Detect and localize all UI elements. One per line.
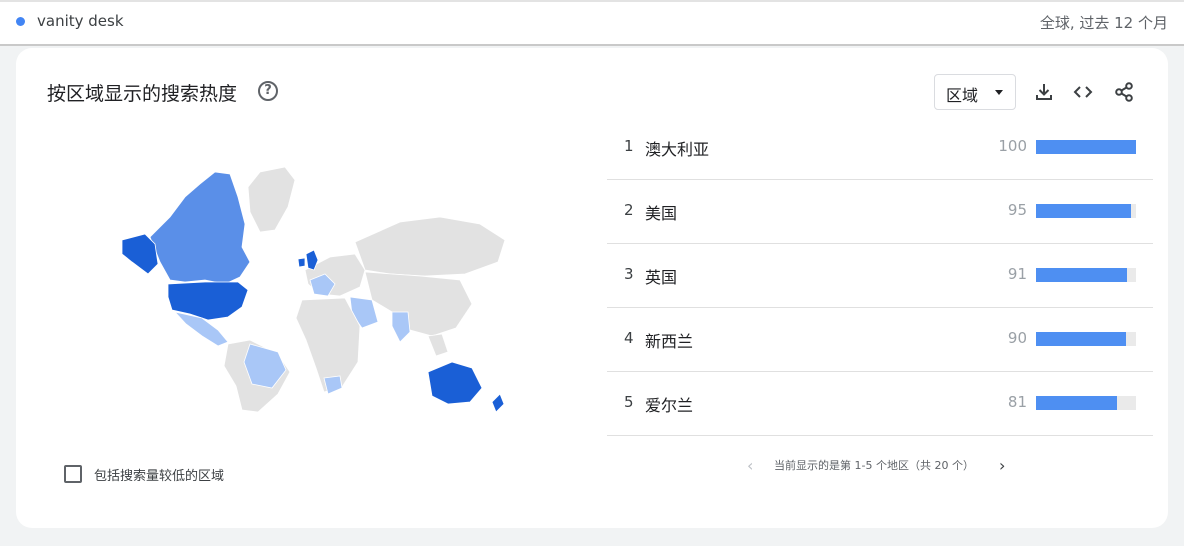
score-bar-track (1036, 332, 1136, 346)
search-term-bar: vanity desk 全球, 过去 12 个月 (0, 0, 1184, 46)
region-rank: 3 (624, 265, 634, 283)
region-rank: 5 (624, 393, 634, 411)
resolution-select-value: 区域 (946, 86, 979, 105)
low-volume-checkbox[interactable] (64, 465, 82, 483)
score-bar-track (1036, 268, 1136, 282)
region-score: 100 (998, 137, 1027, 155)
region-name: 英国 (645, 268, 678, 287)
next-page-icon[interactable]: › (999, 456, 1005, 475)
region-row[interactable]: 2 美国 95 (607, 180, 1153, 244)
map-region-australia (427, 361, 483, 405)
score-bar-track (1036, 140, 1136, 154)
region-score: 81 (1007, 393, 1027, 411)
region-rank: 4 (624, 329, 634, 347)
score-bar-track (1036, 204, 1136, 218)
score-bar-fill (1036, 140, 1136, 154)
search-term-label: vanity desk (37, 12, 124, 30)
region-name: 澳大利亚 (645, 140, 710, 159)
score-bar-fill (1036, 332, 1126, 346)
region-score: 90 (1007, 329, 1027, 347)
region-score: 91 (1007, 265, 1027, 283)
map-region-russia (354, 216, 506, 277)
map-region-asia (364, 271, 473, 337)
card-title: 按区域显示的搜索热度 (47, 83, 238, 105)
region-row[interactable]: 3 英国 91 (607, 244, 1153, 308)
score-bar-track (1036, 396, 1136, 410)
map-region-new-zealand (491, 393, 505, 412)
embed-code-icon[interactable] (1072, 81, 1094, 103)
resolution-select[interactable]: 区域 (934, 74, 1016, 110)
world-map (121, 166, 506, 412)
interest-by-region-card: 按区域显示的搜索热度 ? 区域 包括搜索量较低的区域 1 澳大利亚 100 2 … (16, 48, 1168, 528)
map-region-se-asia (427, 333, 449, 357)
region-rank: 1 (624, 137, 634, 155)
region-row[interactable]: 5 爱尔兰 81 (607, 372, 1153, 436)
map-region-india (391, 311, 411, 343)
region-name: 美国 (645, 204, 678, 223)
map-region-canada (149, 171, 251, 285)
region-name: 爱尔兰 (645, 396, 694, 415)
score-bar-fill (1036, 396, 1117, 410)
download-icon[interactable] (1033, 81, 1055, 103)
share-icon[interactable] (1113, 81, 1135, 103)
pagination-label: 当前显示的是第 1-5 个地区（共 20 个） (774, 459, 974, 472)
score-bar-fill (1036, 268, 1127, 282)
region-score: 95 (1007, 201, 1027, 219)
region-ranking-list: 1 澳大利亚 100 2 美国 95 3 英国 91 4 新西兰 90 5 爱尔兰 81 (607, 116, 1153, 436)
region-row[interactable]: 1 澳大利亚 100 (607, 116, 1153, 180)
map-region-greenland (247, 166, 296, 233)
region-row[interactable]: 4 新西兰 90 (607, 308, 1153, 372)
region-name: 新西兰 (645, 332, 694, 351)
map-region-ireland (297, 257, 306, 268)
caret-down-icon (995, 90, 1003, 95)
low-volume-label: 包括搜索量较低的区域 (94, 469, 225, 484)
score-bar-fill (1036, 204, 1131, 218)
term-color-dot (16, 17, 25, 26)
previous-page-icon[interactable]: ‹ (747, 456, 753, 475)
region-rank: 2 (624, 201, 634, 219)
search-scope-label: 全球, 过去 12 个月 (1039, 14, 1168, 32)
help-icon[interactable]: ? (258, 81, 278, 101)
